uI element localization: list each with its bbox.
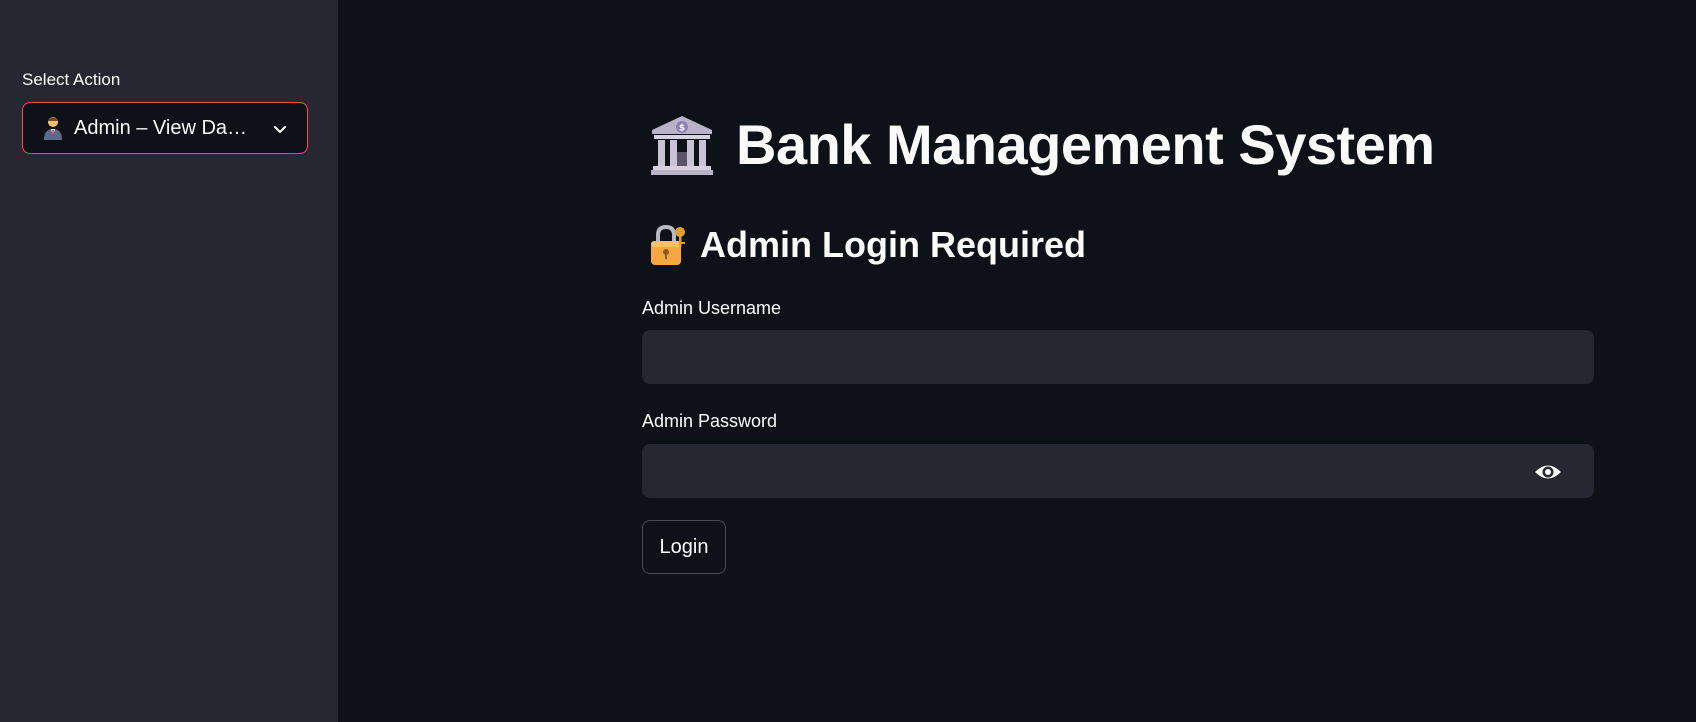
- eye-icon[interactable]: [1534, 460, 1562, 484]
- select-action-label: Select Action: [22, 70, 121, 89]
- password-input[interactable]: [642, 444, 1594, 498]
- sidebar: Select Action Admin – View Da…: [0, 0, 338, 722]
- username-label: Admin Username: [642, 298, 782, 318]
- lock-key-icon: [651, 224, 685, 265]
- main-content: $ Bank Management System Admin Login Req…: [338, 0, 1696, 722]
- subtitle: Admin Login Required: [700, 224, 1086, 265]
- admin-person-icon: [44, 117, 62, 140]
- action-select-value: Admin – View Da…: [74, 116, 248, 139]
- password-label: Admin Password: [642, 411, 778, 431]
- login-button[interactable]: Login: [642, 520, 726, 574]
- chevron-down-icon: [274, 126, 286, 133]
- app-root: Select Action Admin – View Da… $ Bank Ma…: [0, 0, 1696, 722]
- bank-icon: $: [651, 115, 713, 175]
- page-title: Bank Management System: [736, 113, 1435, 176]
- action-select[interactable]: Admin – View Da…: [22, 102, 308, 154]
- subtitle-row: Admin Login Required: [648, 224, 1086, 266]
- title-row: $ Bank Management System: [650, 112, 1435, 177]
- username-input[interactable]: [642, 330, 1594, 384]
- svg-text:$: $: [679, 123, 685, 133]
